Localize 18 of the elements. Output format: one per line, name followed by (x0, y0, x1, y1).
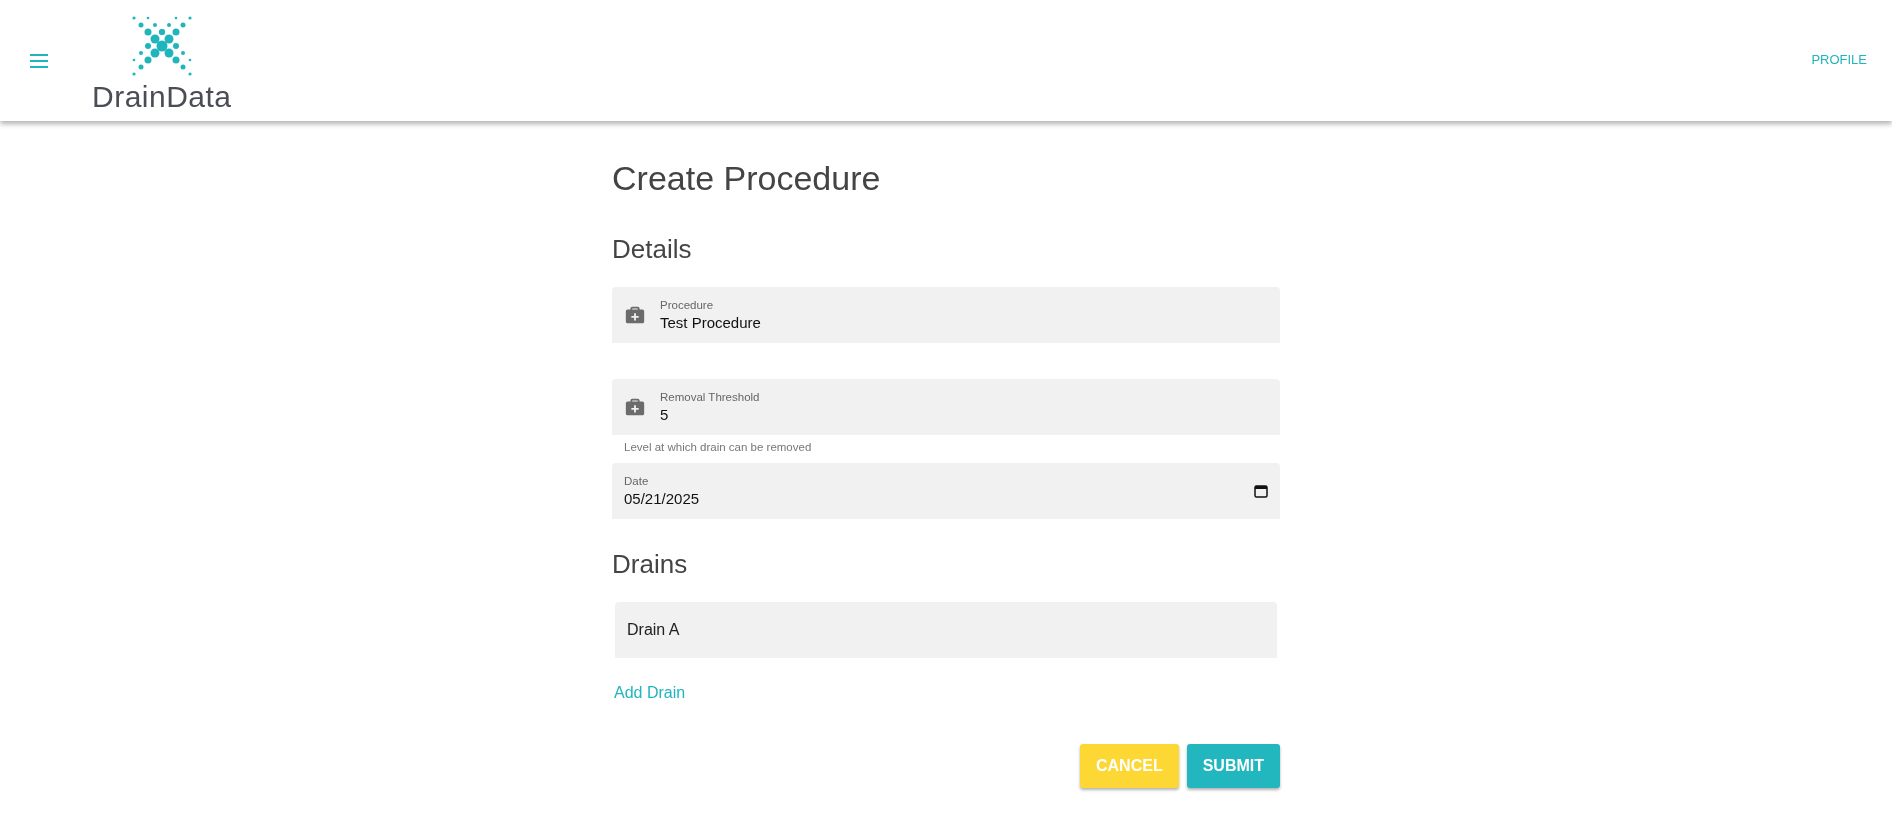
date-field[interactable]: Date 05/21/2025 (612, 463, 1280, 519)
medical-bag-icon (624, 396, 646, 418)
drain-item[interactable]: Drain A (615, 602, 1277, 658)
field-value: 05/21/2025 (624, 490, 700, 507)
field-value: Test Procedure (660, 314, 761, 331)
text-field[interactable]: Removal Threshold 5 (612, 379, 1280, 435)
helper-text: Level at which drain can be removed (624, 441, 812, 453)
section-heading: Details (612, 234, 693, 265)
field-label: Removal Threshold (660, 391, 761, 403)
field-label: Procedure (660, 299, 715, 311)
page-title: Create Procedure (612, 159, 882, 198)
medical-bag-icon (624, 304, 646, 326)
logo-text: DrainData (92, 79, 232, 114)
field-label: Date (624, 475, 650, 487)
text-field[interactable]: Procedure Test Procedure (612, 287, 1280, 343)
field-value: 5 (660, 406, 669, 423)
calendar-icon[interactable] (1254, 484, 1268, 498)
section-heading: Drains (612, 549, 689, 580)
